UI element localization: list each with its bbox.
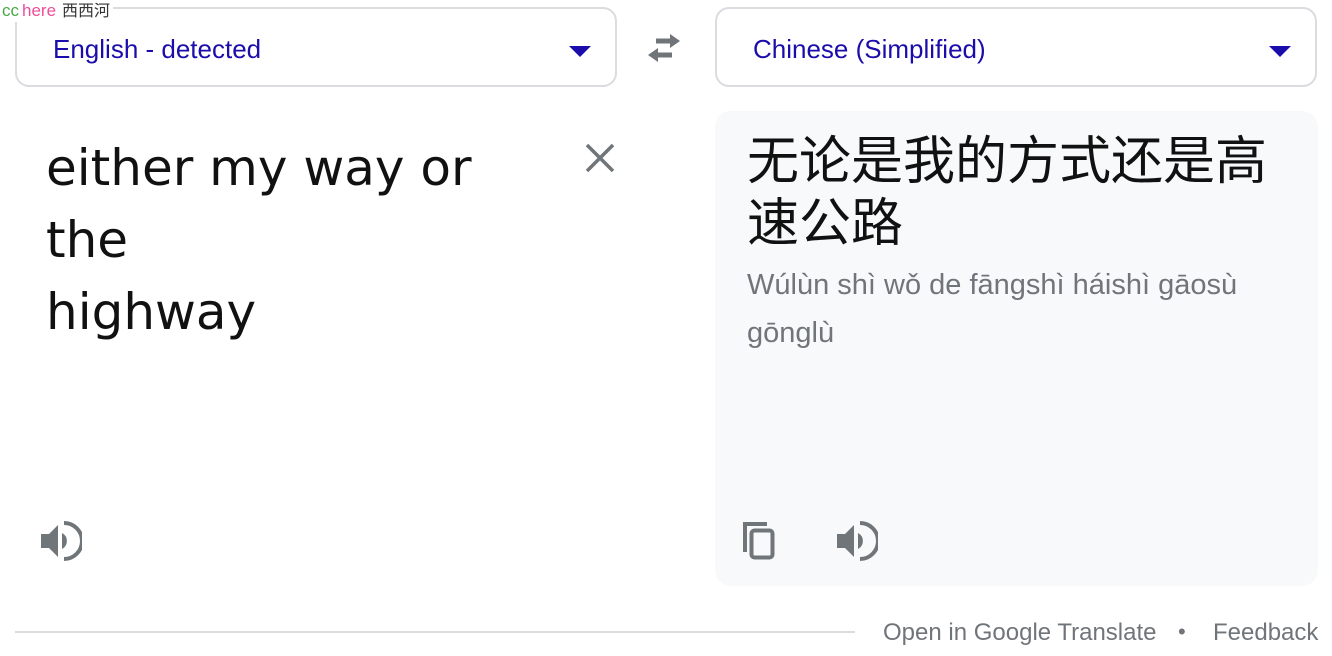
watermark-name: 西西河 (62, 1, 111, 20)
target-language-select[interactable]: Chinese (Simplified) (715, 7, 1317, 87)
listen-translation-button[interactable] (834, 519, 880, 563)
watermark: cc here 西西河 (2, 0, 114, 22)
speaker-icon (41, 521, 84, 561)
copy-translation-button[interactable] (739, 518, 783, 562)
close-icon (585, 143, 615, 173)
romanization-text: Wúlùn shì wǒ de fāngshì háishì gāosù gōn… (747, 269, 1238, 349)
listen-source-button[interactable] (38, 519, 84, 563)
chevron-down-icon (569, 46, 591, 57)
speaker-icon (837, 521, 880, 561)
feedback-link[interactable]: Feedback (1213, 619, 1318, 647)
open-in-google-translate-link[interactable]: Open in Google Translate (883, 619, 1157, 647)
target-language-label: Chinese (Simplified) (753, 34, 986, 64)
swap-arrows-icon (648, 34, 680, 62)
copy-icon (743, 522, 775, 560)
watermark-here: here (22, 1, 57, 20)
footer-divider (15, 631, 855, 633)
watermark-cc: cc (2, 1, 19, 20)
source-text-input[interactable]: either my way or the highway (46, 132, 566, 348)
chevron-down-icon (1269, 46, 1291, 57)
clear-source-button[interactable] (580, 138, 620, 178)
footer-separator: • (1178, 619, 1186, 644)
translated-text: 无论是我的方式还是高速公路 (747, 132, 1268, 254)
translation-panel: 无论是我的方式还是高速公路 Wúlùn shì wǒ de fāngshì há… (715, 111, 1318, 586)
source-language-label: English - detected (53, 34, 262, 64)
swap-languages-button[interactable] (642, 28, 686, 68)
